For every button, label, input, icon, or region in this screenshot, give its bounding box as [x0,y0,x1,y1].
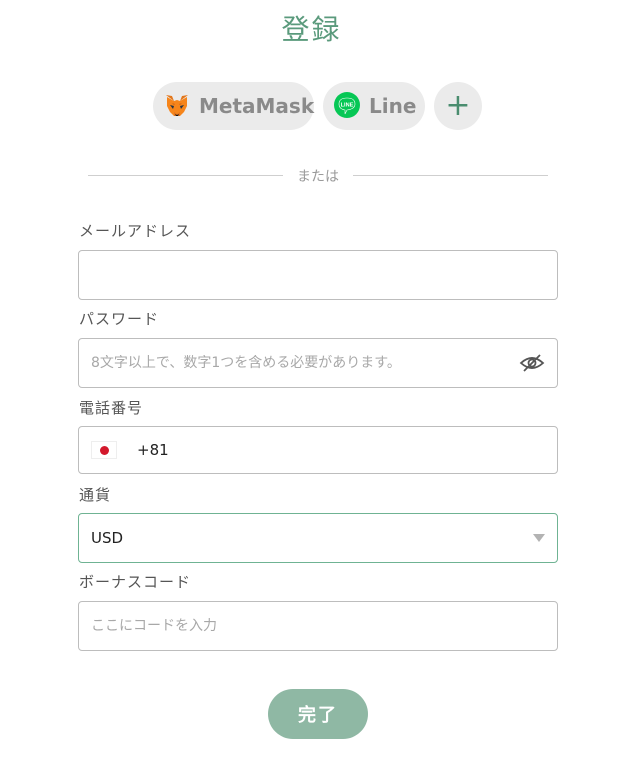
flag-circle [99,445,109,455]
bonus-code-field-container [78,601,558,651]
line-icon-text: LINE [341,103,354,109]
line-icon: LINE [333,92,361,120]
line-login-button[interactable]: LINE Line [323,82,425,130]
bonus-code-label: ボーナスコード [79,573,192,591]
phone-input[interactable] [176,442,545,458]
divider-text: または [297,169,339,185]
complete-button[interactable]: 完了 [268,689,368,739]
more-login-options-button[interactable]: + [434,82,482,130]
bonus-code-input[interactable] [91,618,545,634]
email-field-container [78,250,558,300]
eye-slash-icon[interactable] [519,353,545,373]
chevron-down-icon [533,534,545,542]
or-divider: または [88,165,548,185]
social-login-row: MetaMask LINE Line + [153,82,482,130]
currency-value: USD [91,529,124,547]
japan-flag-icon[interactable] [91,441,117,459]
email-label: メールアドレス [79,222,192,240]
plus-icon: + [445,88,471,123]
divider-line-right [353,175,548,176]
phone-field-container: +81 [78,426,558,474]
register-page: 登録 MetaMask LINE Line + または メールアドレス パスワー… [0,0,623,761]
password-label: パスワード [79,310,160,328]
password-field-container [78,338,558,388]
page-title: 登録 [281,13,342,46]
metamask-login-button[interactable]: MetaMask [153,82,314,130]
metamask-label: MetaMask [199,94,315,118]
currency-label: 通貨 [79,486,112,504]
metamask-fox-icon [163,92,191,120]
password-input[interactable] [91,355,519,371]
line-label: Line [369,94,417,118]
email-input[interactable] [91,267,545,283]
currency-select[interactable]: USD [78,513,558,563]
phone-country-code: +81 [137,441,169,459]
phone-label: 電話番号 [79,399,144,417]
